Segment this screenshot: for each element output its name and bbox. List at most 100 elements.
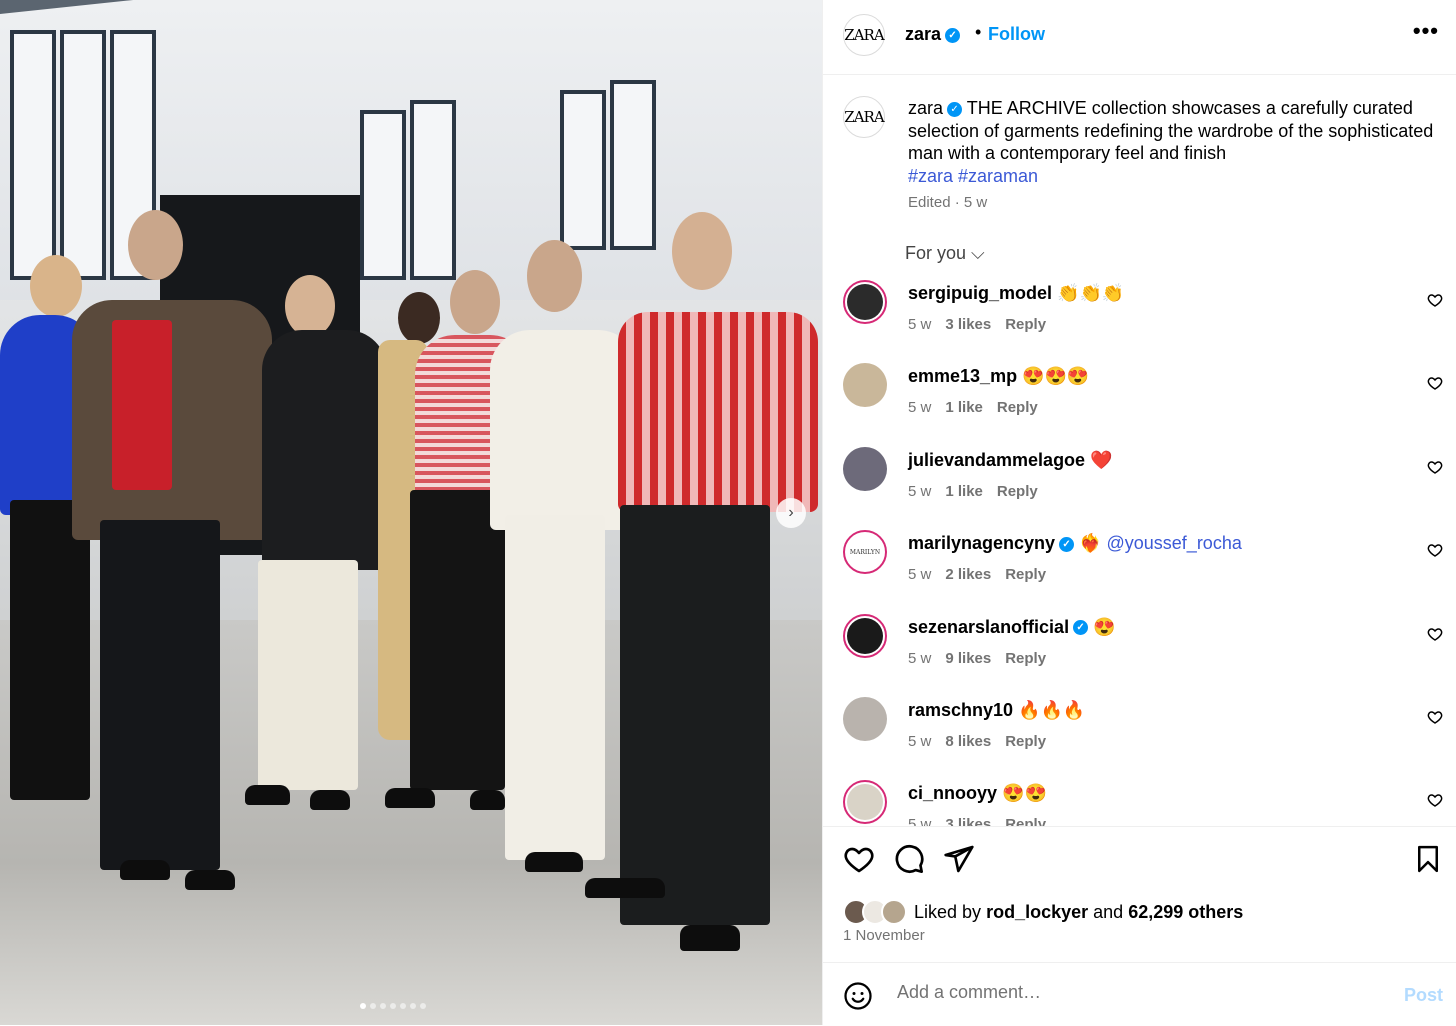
commenter-avatar[interactable] xyxy=(843,697,887,741)
liker-username[interactable]: rod_lockyer xyxy=(986,902,1088,922)
comment-like-heart-icon[interactable] xyxy=(1427,292,1443,308)
comment-item: MARILYN marilynagencyny ✓ ❤️‍🔥 @youssef_ro… xyxy=(823,520,1456,603)
model-figure xyxy=(618,312,818,512)
model-head xyxy=(128,210,183,280)
reply-button[interactable]: Reply xyxy=(997,483,1038,500)
more-options-icon[interactable]: ••• xyxy=(1413,18,1439,44)
commenter-avatar[interactable] xyxy=(843,446,887,491)
comment-likes[interactable]: 1 like xyxy=(945,399,983,416)
comment-line: ci_nnooyy 😍😍 xyxy=(908,783,1047,804)
likes-summary: Liked by rod_lockyer and 62,299 others xyxy=(843,899,1243,925)
commenter-avatar[interactable] xyxy=(843,363,887,408)
comment-mention[interactable]: @youssef_rocha xyxy=(1107,533,1242,553)
carousel-dot xyxy=(360,1003,366,1009)
author-username[interactable]: zara ✓ xyxy=(905,24,961,45)
comment-likes[interactable]: 3 likes xyxy=(945,316,991,333)
commenter-username[interactable]: ramschny10 xyxy=(908,700,1013,720)
carousel-dots xyxy=(360,1003,426,1009)
commenter-username[interactable]: julievandammelagoe xyxy=(908,450,1085,470)
comment-likes[interactable]: 8 likes xyxy=(945,733,991,750)
commenter-username[interactable]: emme13_mp xyxy=(908,366,1017,386)
comment-sort-dropdown[interactable]: For you ⌵ xyxy=(905,243,985,264)
like-heart-icon[interactable] xyxy=(843,843,875,875)
post-date[interactable]: 1 November xyxy=(843,927,925,944)
comment-like-heart-icon[interactable] xyxy=(1427,459,1443,475)
liker-avatar[interactable] xyxy=(881,899,907,925)
carousel-dot xyxy=(420,1003,426,1009)
carousel-dot xyxy=(370,1003,376,1009)
comment-line: emme13_mp 😍😍😍 xyxy=(908,366,1089,387)
comment-like-heart-icon[interactable] xyxy=(1427,375,1443,391)
comment-like-heart-icon[interactable] xyxy=(1427,626,1443,642)
verified-icon: ✓ xyxy=(1073,620,1089,636)
reply-button[interactable]: Reply xyxy=(1005,316,1046,333)
bookmark-icon[interactable] xyxy=(1413,843,1443,875)
comment-text: ❤️‍🔥 xyxy=(1074,533,1107,554)
caption-username[interactable]: zara xyxy=(908,98,943,118)
model-figure xyxy=(72,300,272,540)
comment-icon[interactable] xyxy=(893,843,925,875)
comment-likes[interactable]: 1 like xyxy=(945,483,983,500)
carousel-next-button[interactable]: › xyxy=(776,498,806,528)
comment-like-heart-icon[interactable] xyxy=(1427,542,1443,558)
reply-button[interactable]: Reply xyxy=(1005,650,1046,667)
verified-icon: ✓ xyxy=(945,27,961,43)
comment-likes[interactable]: 9 likes xyxy=(945,650,991,667)
reply-button[interactable]: Reply xyxy=(1005,733,1046,750)
caption-hashtags[interactable]: #zara #zaraman xyxy=(908,166,1038,186)
comment-like-heart-icon[interactable] xyxy=(1427,709,1443,725)
likes-others-link[interactable]: 62,299 others xyxy=(1128,902,1243,922)
comment-likes[interactable]: 2 likes xyxy=(945,566,991,583)
caption-avatar[interactable]: ZARA xyxy=(843,96,885,138)
commenter-avatar[interactable] xyxy=(843,613,887,658)
likes-and: and xyxy=(1093,901,1124,922)
model-shoe xyxy=(525,852,583,872)
comment-text: ❤️ xyxy=(1085,449,1113,470)
verified-icon: ✓ xyxy=(1059,536,1075,552)
model-shoe xyxy=(385,788,435,808)
caption-body: THE ARCHIVE collection showcases a caref… xyxy=(908,98,1434,163)
avatar[interactable]: ZARA xyxy=(843,14,885,56)
post-image[interactable]: › xyxy=(0,0,822,1025)
author-username-text[interactable]: zara xyxy=(905,24,941,44)
comment-time: 5 w xyxy=(908,399,932,417)
comment-item: ramschny10 🔥🔥🔥 5 w 8 likes Reply xyxy=(823,687,1456,770)
comment-meta: 5 w 1 like Reply xyxy=(908,399,1052,416)
reply-button[interactable]: Reply xyxy=(1005,566,1046,583)
post-header: ZARA zara ✓ • Follow ••• xyxy=(823,0,1456,75)
model-head xyxy=(30,255,82,317)
comment-likes[interactable]: 3 likes xyxy=(945,816,991,826)
image-window xyxy=(610,80,656,250)
share-icon[interactable] xyxy=(943,843,975,875)
comment-time: 5 w xyxy=(908,816,932,826)
comment-input[interactable] xyxy=(895,981,1359,1004)
comment-text: 😍😍😍 xyxy=(1017,366,1090,387)
post-comment-button[interactable]: Post xyxy=(1404,985,1443,1006)
commenter-username[interactable]: sergipuig_model xyxy=(908,283,1052,303)
commenter-avatar[interactable] xyxy=(843,280,887,324)
comment-meta: 5 w 1 like Reply xyxy=(908,483,1052,500)
model-shoe xyxy=(245,785,290,805)
comment-item: sergipuig_model 👏👏👏 5 w 3 likes Reply xyxy=(823,270,1456,353)
avatar-image xyxy=(847,284,883,320)
comment-text: 🔥🔥🔥 xyxy=(1013,700,1086,720)
reply-button[interactable]: Reply xyxy=(1005,816,1046,826)
avatar-image xyxy=(843,363,887,408)
model-sweater xyxy=(112,320,172,490)
commenter-avatar[interactable]: MARILYN xyxy=(843,530,887,575)
comment-meta: 5 w 8 likes Reply xyxy=(908,733,1060,750)
model-legs xyxy=(100,520,220,870)
commenter-username[interactable]: ci_nnooyy xyxy=(908,783,997,803)
emoji-icon[interactable] xyxy=(843,981,873,1011)
reply-button[interactable]: Reply xyxy=(997,399,1038,416)
comment-like-heart-icon[interactable] xyxy=(1427,792,1443,808)
commenter-username[interactable]: sezenarslanofficial xyxy=(908,617,1069,637)
commenter-avatar[interactable] xyxy=(843,780,887,825)
commenter-username[interactable]: marilynagencyny xyxy=(908,533,1055,553)
comment-text: 😍 xyxy=(1088,616,1116,637)
comment-line: sezenarslanofficial ✓ 😍 xyxy=(908,617,1116,638)
image-window xyxy=(60,30,106,280)
model-shoe xyxy=(185,870,235,890)
comment-meta: 5 w 9 likes Reply xyxy=(908,650,1060,667)
follow-button[interactable]: Follow xyxy=(988,24,1045,45)
